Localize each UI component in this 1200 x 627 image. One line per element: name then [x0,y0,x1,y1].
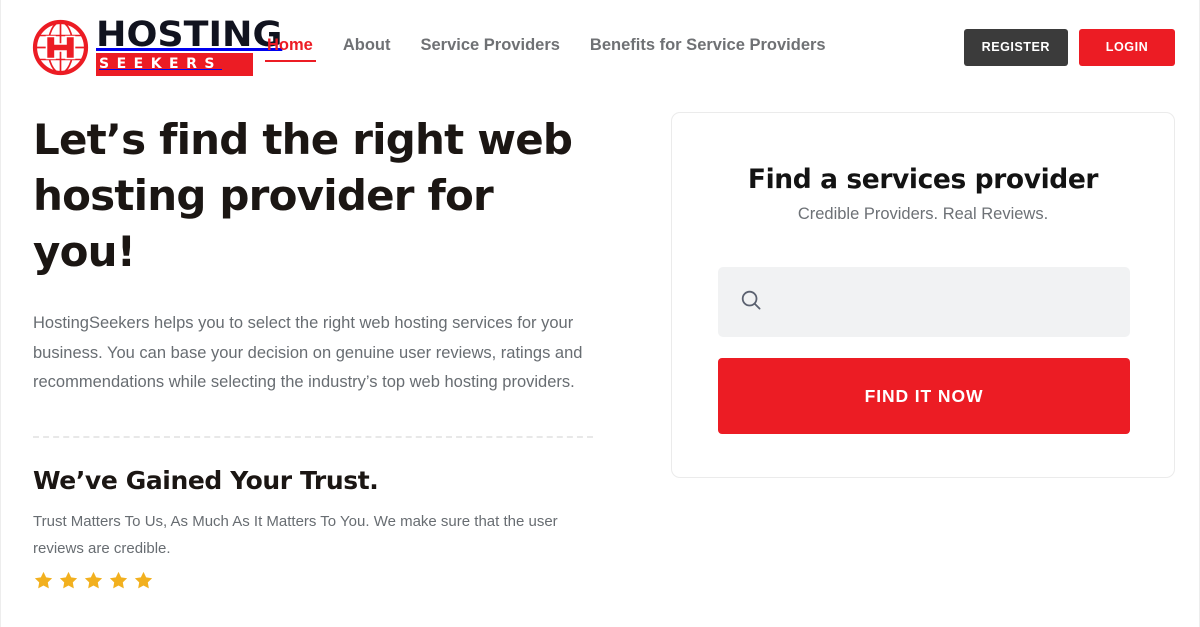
register-button[interactable]: REGISTER [963,29,1068,66]
star-icon [34,571,53,588]
hero-paragraph: HostingSeekers helps you to select the r… [33,314,583,391]
site-header: HOSTING SEEKERS Home About Service Provi… [1,0,1200,96]
search-field[interactable] [718,267,1130,337]
brand-logo[interactable]: HOSTING SEEKERS [32,17,282,76]
card-subtitle: Credible Providers. Real Reviews. [797,205,1049,223]
search-icon [739,288,763,317]
trust-title: We’ve Gained Your Trust. [33,465,379,495]
rating-stars [33,570,613,591]
brand-wordmark-top: HOSTING [96,14,283,55]
star-icon [59,571,78,588]
nav-item-benefits-for-service-providers[interactable]: Benefits for Service Providers [590,36,826,64]
nav-item-about[interactable]: About [343,36,391,64]
brand-wordmark: HOSTING SEEKERS [96,17,282,76]
main-navigation: Home About Service Providers Benefits fo… [265,36,826,64]
search-input[interactable] [776,282,1116,322]
find-provider-card: Find a services provider Credible Provid… [671,112,1175,478]
section-divider [33,435,593,438]
find-it-now-button[interactable]: FIND IT NOW [718,358,1130,434]
nav-item-service-providers[interactable]: Service Providers [421,36,560,64]
login-button[interactable]: LOGIN [1079,29,1175,66]
card-title: Find a services provider [747,164,1099,195]
star-icon [109,571,128,588]
star-icon [134,571,153,588]
page-root: HOSTING SEEKERS Home About Service Provi… [0,0,1200,627]
brand-wordmark-bar: SEEKERS [96,52,253,76]
hero-title: Let’s find the right web hosting provide… [33,115,573,276]
star-icon [84,571,103,588]
brand-wordmark-bottom: SEEKERS [99,55,222,72]
header-actions: REGISTER LOGIN [963,29,1175,66]
nav-item-home[interactable]: Home [265,36,316,64]
hero-section: Let’s find the right web hosting provide… [33,112,613,591]
globe-h-icon [32,19,89,76]
trust-text: Trust Matters To Us, As Much As It Matte… [33,512,558,557]
